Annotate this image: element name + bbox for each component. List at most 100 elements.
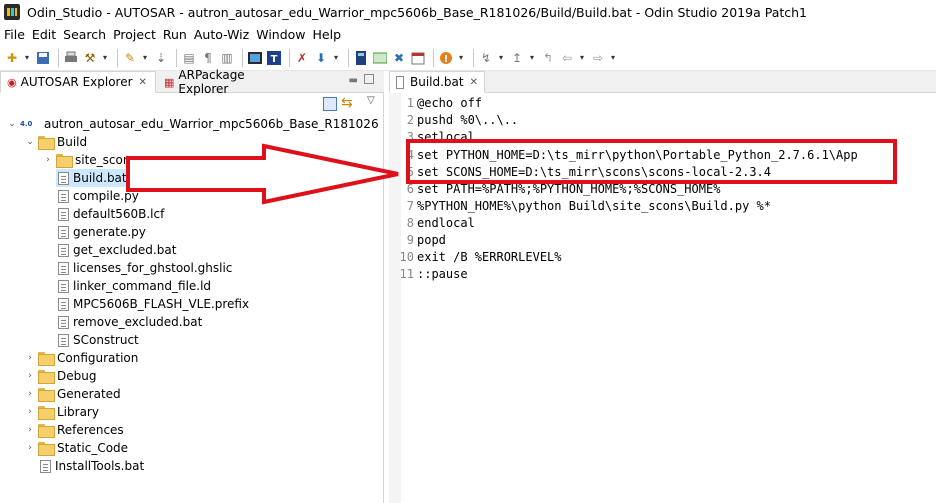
collapsed-arrow-icon[interactable]: › [24, 353, 36, 363]
expanded-arrow-icon[interactable]: ⌄ [6, 119, 18, 129]
error-dropdown-icon[interactable]: ▾ [457, 50, 465, 66]
print-icon[interactable] [63, 50, 79, 66]
calendar-icon[interactable] [410, 50, 426, 66]
code-text: %PYTHON_HOME%\python Build\site_scons\Bu… [417, 198, 772, 213]
tab-build-bat[interactable]: Build.bat ✕ [389, 71, 485, 93]
tree-item-label: generate.py [73, 225, 146, 239]
minimize-icon[interactable]: ▬ [349, 75, 358, 86]
tree-item-references[interactable]: › References [24, 421, 124, 439]
tree-item-project[interactable]: ⌄ 4.0 autron_autosar_edu_Warrior_mpc5606… [6, 115, 378, 133]
menu-help[interactable]: Help [313, 27, 342, 42]
new-icon[interactable]: ✚ [4, 50, 20, 66]
show-whitespace-icon[interactable]: ¶ [200, 50, 216, 66]
tree-item-configuration[interactable]: › Configuration [24, 349, 138, 367]
tree-item-debug[interactable]: › Debug [24, 367, 96, 385]
menu-project[interactable]: Project [113, 27, 156, 42]
tree-item-flash-vle-prefix[interactable]: MPC5606B_FLASH_VLE.prefix [56, 295, 249, 313]
tree-item-label: Library [57, 405, 99, 419]
download-dropdown-icon[interactable]: ▾ [332, 50, 340, 66]
expanded-arrow-icon[interactable]: ⌄ [24, 137, 36, 147]
download-icon[interactable]: ⬇ [313, 50, 329, 66]
save-icon[interactable] [35, 50, 51, 66]
tree-item-label: Generated [57, 387, 121, 401]
tree-item-default560b-lcf[interactable]: default560B.lcf [56, 205, 164, 223]
code-line[interactable]: 11::pause [389, 265, 468, 282]
menu-bar: File Edit Search Project Run Auto-Wiz Wi… [0, 24, 936, 44]
tree-item-library[interactable]: › Library [24, 403, 99, 421]
collapsed-arrow-icon[interactable]: › [42, 155, 54, 165]
close-icon[interactable]: ✕ [139, 77, 147, 88]
window-icon[interactable] [372, 50, 388, 66]
pen-icon[interactable]: ✎ [122, 50, 138, 66]
module-icon[interactable] [353, 50, 369, 66]
tree-item-generated[interactable]: › Generated [24, 385, 121, 403]
code-line[interactable]: 10 exit /B %ERRORLEVEL% [389, 248, 562, 265]
next-annotation-icon[interactable]: ⇣ [153, 50, 169, 66]
file-icon [40, 459, 51, 473]
tree-item-label: site_scons [75, 153, 137, 167]
tree-item-site-scons[interactable]: › site_scons [42, 151, 137, 169]
tab-autosar-explorer[interactable]: ◉ AUTOSAR Explorer ✕ [0, 71, 156, 93]
tree-item-build-folder[interactable]: ⌄ Build [24, 133, 87, 151]
tree-item-compile-py[interactable]: compile.py [56, 187, 139, 205]
tree-item-generate-py[interactable]: generate.py [56, 223, 146, 241]
build-dropdown-icon[interactable]: ▾ [101, 50, 109, 66]
file-icon [58, 333, 69, 347]
collapsed-arrow-icon[interactable]: › [24, 443, 36, 453]
toolbar-separator [176, 48, 177, 67]
tools-icon[interactable]: ✖ [391, 50, 407, 66]
tree-item-sconstruct[interactable]: SConstruct [56, 331, 139, 349]
autosar-explorer-icon: ◉ [7, 75, 17, 89]
next-edit-dropdown-icon[interactable]: ▾ [497, 50, 505, 66]
view-menu-icon[interactable]: ▽ [367, 95, 375, 106]
build-icon[interactable]: ⚒ [82, 50, 98, 66]
tree-item-licenses-ghslic[interactable]: licenses_for_ghstool.ghslic [56, 259, 232, 277]
next-edit-icon[interactable]: ↯ [478, 50, 494, 66]
file-icon [58, 225, 69, 239]
tree-item-build-bat[interactable]: Build.bat [56, 169, 129, 187]
menu-file[interactable]: File [4, 27, 25, 42]
tree-item-linker-command-file[interactable]: linker_command_file.ld [56, 277, 211, 295]
collapsed-arrow-icon[interactable]: › [24, 371, 36, 381]
tree-item-remove-excluded-bat[interactable]: remove_excluded.bat [56, 313, 202, 331]
menu-auto-wiz[interactable]: Auto-Wiz [194, 27, 249, 42]
tree-item-get-excluded-bat[interactable]: get_excluded.bat [56, 241, 176, 259]
block-select-icon[interactable]: ▥ [219, 50, 235, 66]
menu-search[interactable]: Search [63, 27, 106, 42]
code-line[interactable]: 7 %PYTHON_HOME%\python Build\site_scons\B… [389, 197, 771, 214]
prev-edit-dropdown-icon[interactable]: ▾ [528, 50, 536, 66]
tab-arpackage-explorer[interactable]: ▦ ARPackage Explorer [158, 68, 292, 96]
back-dropdown-icon[interactable]: ▾ [578, 50, 586, 66]
forward-dropdown-icon[interactable]: ▾ [609, 50, 617, 66]
code-line[interactable]: 8 endlocal [389, 214, 475, 231]
close-icon[interactable]: ✕ [470, 77, 478, 88]
error-icon[interactable]: ! [438, 50, 454, 66]
menu-edit[interactable]: Edit [32, 27, 56, 42]
tree-item-static-code[interactable]: › Static_Code [24, 439, 128, 457]
t-tool-icon[interactable]: T [266, 50, 282, 66]
toggle-mark-icon[interactable]: ▤ [181, 50, 197, 66]
tree-item-label: Build [57, 135, 88, 149]
collapse-all-icon[interactable] [323, 97, 337, 111]
folder-icon [38, 352, 55, 366]
maximize-icon[interactable] [364, 74, 374, 84]
collapsed-arrow-icon[interactable]: › [24, 389, 36, 399]
prev-edit-icon[interactable]: ↥ [509, 50, 525, 66]
link-with-editor-icon[interactable]: ⇆ [341, 95, 353, 111]
forward-icon[interactable]: ⇨ [590, 50, 606, 66]
last-edit-icon[interactable]: ↰ [540, 50, 556, 66]
menu-window[interactable]: Window [256, 27, 305, 42]
pen-dropdown-icon[interactable]: ▾ [141, 50, 149, 66]
tree-item-installtools-bat[interactable]: InstallTools.bat [38, 457, 144, 475]
menu-run[interactable]: Run [163, 27, 187, 42]
back-icon[interactable]: ⇦ [559, 50, 575, 66]
new-dropdown-icon[interactable]: ▾ [23, 50, 31, 66]
terminal-icon[interactable] [247, 50, 263, 66]
code-line[interactable]: 1 @echo off [389, 94, 482, 111]
code-line[interactable]: 2 pushd %0\..\.. [389, 111, 518, 128]
debug-icon[interactable]: ✗ [294, 50, 310, 66]
collapsed-arrow-icon[interactable]: › [24, 425, 36, 435]
tree-item-label: MPC5606B_FLASH_VLE.prefix [73, 297, 250, 311]
code-line[interactable]: 9 popd [389, 231, 446, 248]
collapsed-arrow-icon[interactable]: › [24, 407, 36, 417]
